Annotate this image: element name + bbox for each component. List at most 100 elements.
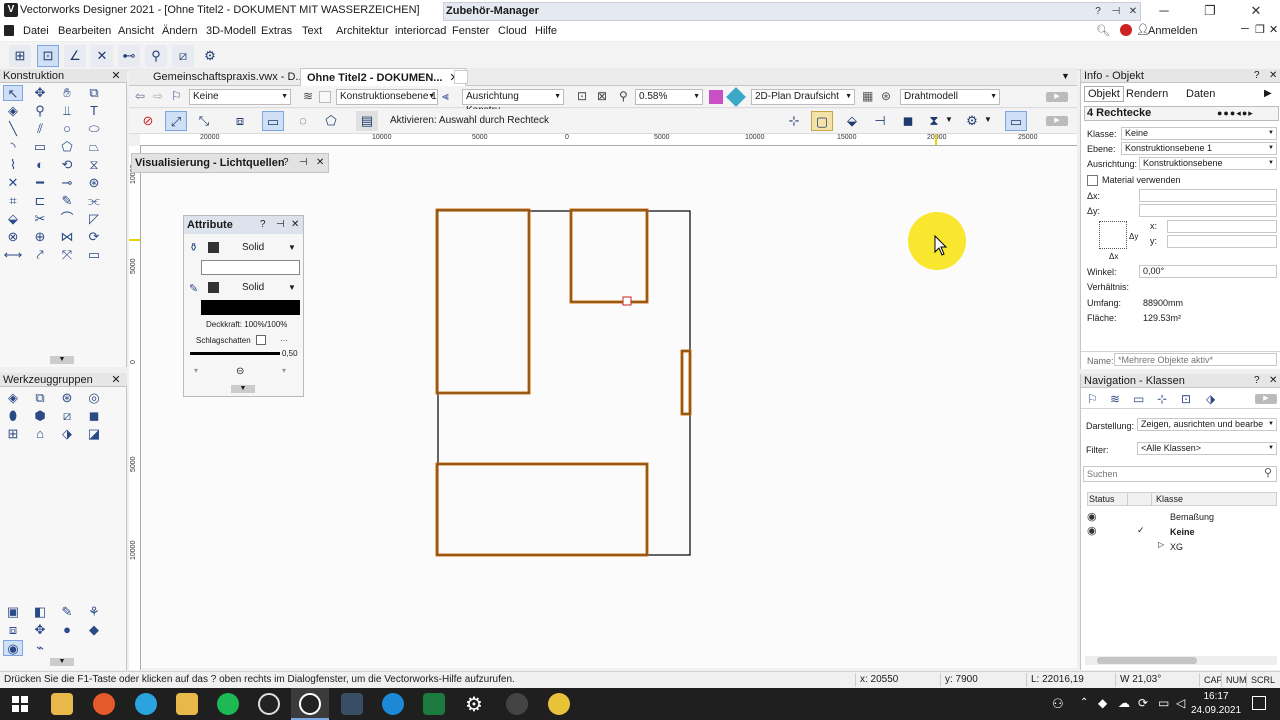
fit-window-icon[interactable]: ⊡: [577, 89, 587, 103]
settings-icon[interactable]: ⚙: [465, 692, 483, 717]
object-nav-icon[interactable]: ●●●◂●▸: [1217, 108, 1254, 119]
camera-group-icon[interactable]: ◼: [84, 408, 104, 424]
polygon-marquee-icon[interactable]: ⬠: [320, 111, 342, 131]
visualize-tool-icon[interactable]: ◈: [3, 103, 23, 119]
snap-dropdown-icon[interactable]: ▼: [945, 115, 953, 124]
konstruktion-close-icon[interactable]: ✕: [110, 69, 122, 83]
firefox-icon[interactable]: [93, 693, 115, 715]
pin-icon[interactable]: ⊣: [276, 219, 285, 230]
selected-rectangle[interactable]: [435, 208, 531, 395]
zoom-icon[interactable]: ⚲: [619, 89, 628, 103]
reference-point-grid[interactable]: [1099, 221, 1127, 249]
palette-expand-icon[interactable]: ▼: [231, 385, 255, 393]
zubehoer-manager-bar[interactable]: Zubehör-Manager ? ⊣ ✕: [443, 2, 1141, 21]
start-button[interactable]: [12, 696, 28, 712]
pen-tool-icon[interactable]: ✎: [57, 193, 77, 209]
selected-rectangle[interactable]: [569, 208, 649, 304]
dims-group-icon[interactable]: ⬗: [57, 426, 77, 442]
class-dropdown[interactable]: Keine ▼: [189, 89, 291, 105]
doc-minimize-button[interactable]: ─: [1241, 23, 1249, 35]
walls-group-icon[interactable]: ▣: [3, 604, 23, 620]
werkzeuggruppen-close-icon[interactable]: ✕: [110, 373, 122, 387]
callout-tool-icon[interactable]: ⤤: [30, 247, 50, 263]
selection-handle[interactable]: [622, 296, 632, 306]
darstellung-dropdown[interactable]: Zeigen, ausrichten und bearbe ▼: [1137, 418, 1277, 431]
mirror-tool-icon[interactable]: ⧖: [84, 157, 104, 173]
screen-plane-icon[interactable]: ▭: [1005, 111, 1027, 131]
shadow-options-icon[interactable]: …: [280, 334, 288, 343]
winkel-field[interactable]: 0,00°: [1139, 265, 1277, 278]
class-row-bemassung[interactable]: Bemaßung: [1170, 512, 1214, 522]
basic-group-icon[interactable]: ◈: [3, 390, 23, 406]
minimize-button[interactable]: ─: [1141, 0, 1187, 21]
single-object-mode-icon[interactable]: ⤡: [193, 111, 215, 131]
close-button[interactable]: ✕: [1233, 0, 1279, 21]
snap-settings-icon[interactable]: ⚙: [199, 45, 221, 67]
selection-prefs-icon[interactable]: ▤: [356, 111, 378, 131]
folder-icon[interactable]: [176, 693, 198, 715]
tool-preferences-icon[interactable]: ⚙: [961, 111, 983, 131]
polyline-tool-icon[interactable]: ⌇: [3, 157, 23, 173]
palette-expand-icon[interactable]: ▼: [50, 658, 74, 666]
doc-restore-button[interactable]: ❐: [1255, 23, 1265, 36]
spiral-tool-icon[interactable]: ◐: [30, 157, 50, 173]
menu-datei[interactable]: Datei: [23, 25, 49, 37]
zoom-dropdown[interactable]: 0.58% ▼: [635, 89, 703, 105]
site-planning-icon[interactable]: ◎: [84, 390, 104, 406]
ellipse-tool-icon[interactable]: ⬭: [84, 121, 104, 137]
notifications-icon[interactable]: [1252, 696, 1266, 710]
misc-group-icon[interactable]: ◪: [84, 426, 104, 442]
symbols-tab-icon[interactable]: ⬗: [1206, 392, 1215, 406]
snap-working-plane-icon[interactable]: ⧄: [172, 45, 194, 67]
app-window-icon[interactable]: [341, 693, 363, 715]
room-outline[interactable]: [437, 210, 691, 556]
terrain-group-icon[interactable]: ✥: [30, 622, 50, 638]
expand-icon[interactable]: ▷: [1158, 540, 1164, 549]
snap-intersection-icon[interactable]: ✕: [91, 45, 113, 67]
visibility-eye-icon[interactable]: ◉: [1087, 524, 1097, 537]
arc-tool-icon[interactable]: ◝: [3, 139, 23, 155]
menu-cloud[interactable]: Cloud: [498, 25, 527, 37]
visualisierung-palette[interactable]: Visualisierung - Lichtquellen ? ⊣ ✕: [131, 153, 329, 173]
menu-ansicht[interactable]: Ansicht: [118, 25, 154, 37]
pen-preview[interactable]: [201, 300, 300, 315]
y-field[interactable]: [1167, 235, 1277, 248]
snap-highlight-icon[interactable]: ▢: [811, 111, 833, 131]
lamp-group-icon[interactable]: ⌁: [30, 640, 50, 656]
vertical-ruler[interactable]: 10000 5000 0 5000 10000: [129, 146, 141, 670]
projection-icon[interactable]: ▦: [862, 89, 873, 103]
shadow-checkbox[interactable]: [256, 335, 266, 345]
tray-expand-icon[interactable]: ⌃: [1080, 697, 1088, 708]
pen-style[interactable]: Solid: [242, 282, 264, 293]
help-icon[interactable]: ?: [283, 157, 289, 168]
move-tool-icon[interactable]: ⊕: [30, 229, 50, 245]
hand-tool-icon[interactable]: ✋︎: [57, 85, 77, 101]
extrude-tool-icon[interactable]: ⬙: [3, 211, 23, 227]
spotify-icon[interactable]: [217, 693, 239, 715]
annotation-group-icon[interactable]: ✎: [57, 604, 77, 620]
transform-mode-icon[interactable]: ⤢: [165, 111, 187, 131]
alignment-icon[interactable]: ⫷: [442, 89, 449, 104]
marker-tool-icon[interactable]: ⤧: [57, 247, 77, 263]
vectorworks-taskbar-icon[interactable]: [258, 693, 280, 715]
fit-walls-icon[interactable]: ⊹: [783, 111, 805, 131]
back-icon[interactable]: ⇦: [135, 89, 145, 103]
flyover-tool-icon[interactable]: ⧉: [84, 85, 104, 101]
notification-icon[interactable]: [1120, 24, 1132, 36]
sphere-group-icon[interactable]: ●: [57, 622, 77, 638]
class-icon[interactable]: ⚐: [171, 89, 182, 103]
close-icon[interactable]: ✕: [1269, 375, 1277, 386]
render-group-icon[interactable]: ⧈: [3, 622, 23, 638]
reshape-tool-icon[interactable]: ⌗: [3, 193, 23, 209]
app-yellow-icon[interactable]: [548, 693, 570, 715]
lasso-marquee-icon[interactable]: ◌: [292, 111, 314, 131]
signin-link[interactable]: Anmelden: [1148, 25, 1198, 37]
menu-fenster[interactable]: Fenster: [452, 25, 489, 37]
dy-field[interactable]: [1139, 204, 1277, 217]
pen-color-swatch[interactable]: [208, 282, 219, 293]
building-shell-icon[interactable]: ⧉: [30, 390, 50, 406]
views-tab-icon[interactable]: ⊹: [1157, 392, 1167, 406]
cloud-icon[interactable]: ☁: [1118, 696, 1130, 710]
light-group-icon[interactable]: ◉: [3, 640, 23, 656]
tabs-more-icon[interactable]: ▶: [1264, 88, 1272, 99]
